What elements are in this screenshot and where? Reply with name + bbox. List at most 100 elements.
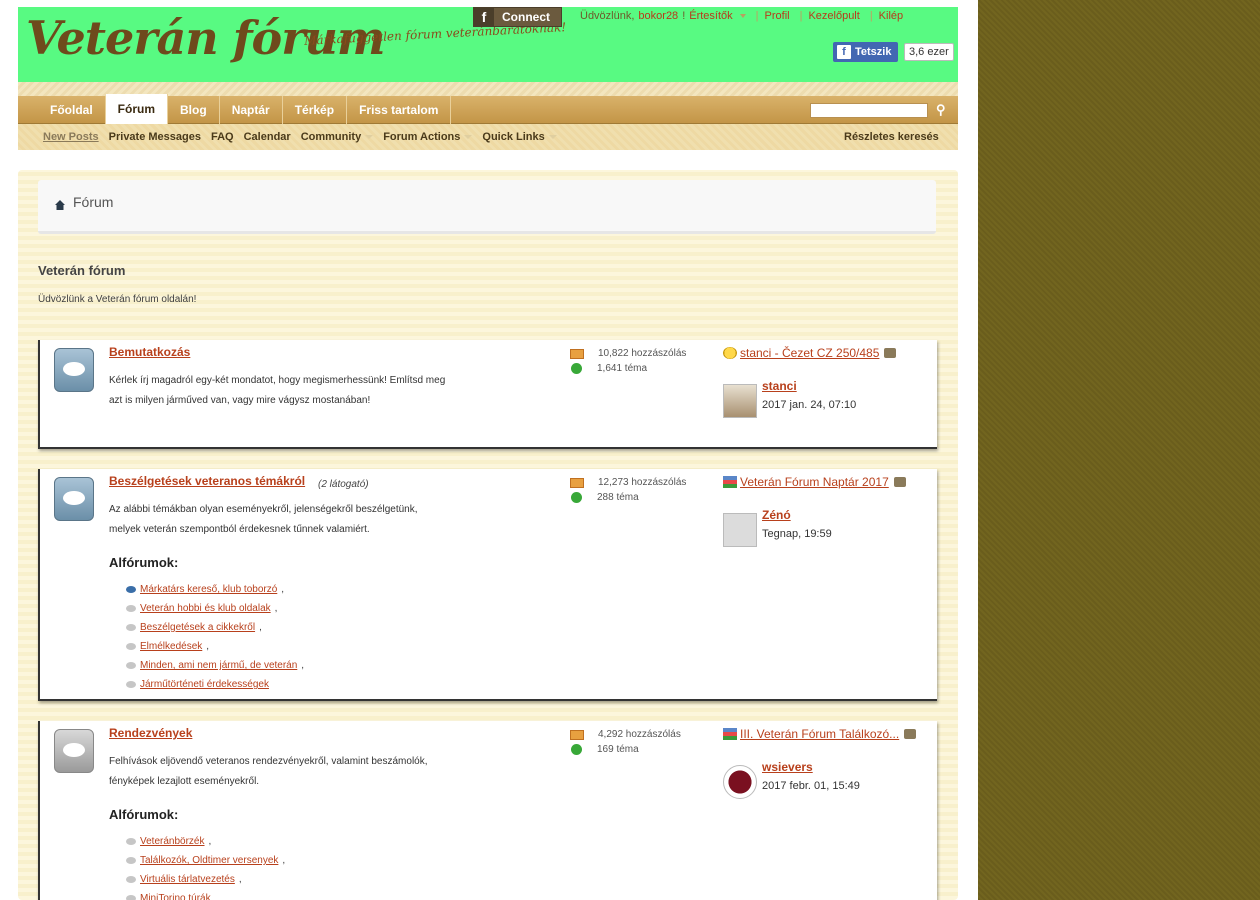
subnav-faq[interactable]: FAQ [211,131,234,143]
forum-thread-count: 1,641 téma [597,363,648,374]
tab-calendar[interactable]: Naptár [220,96,283,124]
go-to-last-post-icon[interactable] [904,729,917,739]
chat-bubble-icon [126,624,136,631]
search-icon[interactable]: ⚲ [936,102,952,118]
check-icon [571,363,582,374]
forum-stats: 12,273 hozzászólás 288 téma [570,475,686,505]
avatar[interactable] [723,384,757,418]
profile-link[interactable]: Profil [765,10,790,22]
forum-viewers: (2 látogató) [318,479,369,490]
forum-description-line: fényképek lezajlott eseményekről. [109,776,260,787]
subforum-item: Minden, ami nem jármű, de veterán, [126,656,304,675]
subforum-link[interactable]: MiniTorino túrák [140,889,211,900]
subforum-item: Beszélgetések a cikkekről, [126,618,304,637]
subforum-item: Veteránbörzék, [126,832,285,851]
subnav-calendar[interactable]: Calendar [244,131,291,143]
subforum-item: Virtuális tárlatvezetés, [126,870,285,889]
subforum-item: Elmélkedések, [126,637,304,656]
subforum-link[interactable]: Minden, ami nem jármű, de veterán [140,656,297,675]
subforum-item: Találkozók, Oldtimer versenyek, [126,851,285,870]
subforum-link[interactable]: Márkatárs kereső, klub toborzó [140,580,277,599]
subforum-list: Márkatárs kereső, klub toborzó, Veterán … [126,580,304,694]
main-navbar: Főoldal Fórum Blog Naptár Térkép Friss t… [18,94,958,124]
forum-status-icon [54,477,94,521]
forum-title-link[interactable]: Beszélgetések veteranos témákról [109,474,305,488]
check-icon [571,492,582,503]
facebook-like-count: 3,6 ezer [904,43,954,61]
forum-description-line: Kérlek írj magadról egy-két mondatot, ho… [109,375,446,386]
site-header: Veterán fórum Márkafüggetlen fórum veter… [18,7,958,82]
avatar[interactable] [723,513,757,547]
subforums-heading: Alfórumok: [109,555,179,570]
main-content: Fórum Veterán fórum Üdvözlünk a Veterán … [18,170,958,900]
forum-thread-count: 288 téma [597,492,639,503]
subforum-item: Veterán hobbi és klub oldalak, [126,599,304,618]
subforum-link[interactable]: Találkozók, Oldtimer versenyek [140,851,278,870]
chat-bubble-icon [126,681,136,688]
subnav-quick-links[interactable]: Quick Links [482,131,556,143]
subforum-link[interactable]: Virtuális tárlatvezetés [140,870,235,889]
tab-map[interactable]: Térkép [283,96,348,124]
subforum-link[interactable]: Veterán hobbi és klub oldalak [140,599,271,618]
chevron-down-icon [739,14,746,19]
calendar-icon [723,728,737,740]
welcome-suffix: ! [682,10,686,22]
forum-row: Beszélgetések veteranos témákról (2 láto… [38,469,937,701]
go-to-last-post-icon[interactable] [893,477,906,487]
forum-thread-count: 169 téma [597,744,639,755]
facebook-connect-button[interactable]: f Connect [473,7,562,27]
logout-link[interactable]: Kilép [879,10,903,22]
notifications-link[interactable]: Értesítők [689,10,746,22]
last-post-title-link[interactable]: Veterán Fórum Naptár 2017 [740,475,889,489]
facebook-like-label: Tetszik [855,46,892,58]
control-panel-link[interactable]: Kezelőpult [808,10,859,22]
username-link[interactable]: bokor28 [638,10,678,22]
forum-title-link[interactable]: Bemutatkozás [109,345,190,359]
tab-blog[interactable]: Blog [168,96,220,124]
chat-bubble-icon [126,605,136,612]
tab-forum[interactable]: Fórum [105,94,169,124]
forum-description: Felhívások eljövendő veteranos rendezvén… [109,752,489,792]
last-post-date: 2017 jan. 24, 07:10 [762,399,857,411]
forum-row: Rendezvények Felhívások eljövendő vetera… [38,721,937,900]
chat-bubble-icon [126,586,136,593]
last-post-title-link[interactable]: stanci - Čezet CZ 250/485 [740,346,879,360]
facebook-like-widget: f Tetszik 3,6 ezer [833,42,954,62]
subforum-link[interactable]: Veteránbörzék [140,832,205,851]
forum-description-line: Felhívások eljövendő veteranos rendezvén… [109,756,428,767]
go-to-last-post-icon[interactable] [884,348,897,358]
search-input[interactable] [810,103,928,118]
advanced-search-link[interactable]: Részletes keresés [844,131,939,143]
tab-home[interactable]: Főoldal [38,96,106,124]
forum-status-icon [54,348,94,392]
subforum-link[interactable]: Járműtörténeti érdekességek [140,675,269,694]
subnav-forum-actions[interactable]: Forum Actions [383,131,472,143]
last-post-date: Tegnap, 19:59 [762,528,832,540]
smiley-icon [723,347,737,359]
rss-icon[interactable] [570,348,584,359]
rss-icon[interactable] [570,729,584,740]
rss-icon[interactable] [570,477,584,488]
last-post-user-link[interactable]: wsievers [762,760,813,774]
check-icon [571,744,582,755]
forum-title-link[interactable]: Rendezvények [109,726,192,740]
subnav-new-posts[interactable]: New Posts [43,131,99,143]
facebook-like-button[interactable]: f Tetszik [833,42,898,62]
chat-bubble-icon [126,838,136,845]
last-post-user-link[interactable]: stanci [762,379,797,393]
last-post-user-link[interactable]: Zénó [762,508,791,522]
last-post-title-link[interactable]: III. Veterán Fórum Találkozó... [740,727,899,741]
subforum-link[interactable]: Elmélkedések [140,637,202,656]
tab-new-content[interactable]: Friss tartalom [347,96,452,124]
subnav-community[interactable]: Community [301,131,374,143]
subforum-link[interactable]: Beszélgetések a cikkekről [140,618,255,637]
forum-description-line: azt is milyen járműved van, vagy mire vá… [109,395,371,406]
subnav-private-messages[interactable]: Private Messages [109,131,201,143]
user-links: Üdvözlünk, bokor28 ! Értesítők | Profil … [580,10,907,22]
breadcrumb: Fórum [38,180,936,234]
sub-navbar: New Posts Private Messages FAQ Calendar … [18,124,958,150]
divider: | [869,10,873,22]
facebook-connect-label: Connect [502,10,550,24]
home-icon[interactable] [54,199,66,211]
avatar[interactable] [723,765,757,799]
